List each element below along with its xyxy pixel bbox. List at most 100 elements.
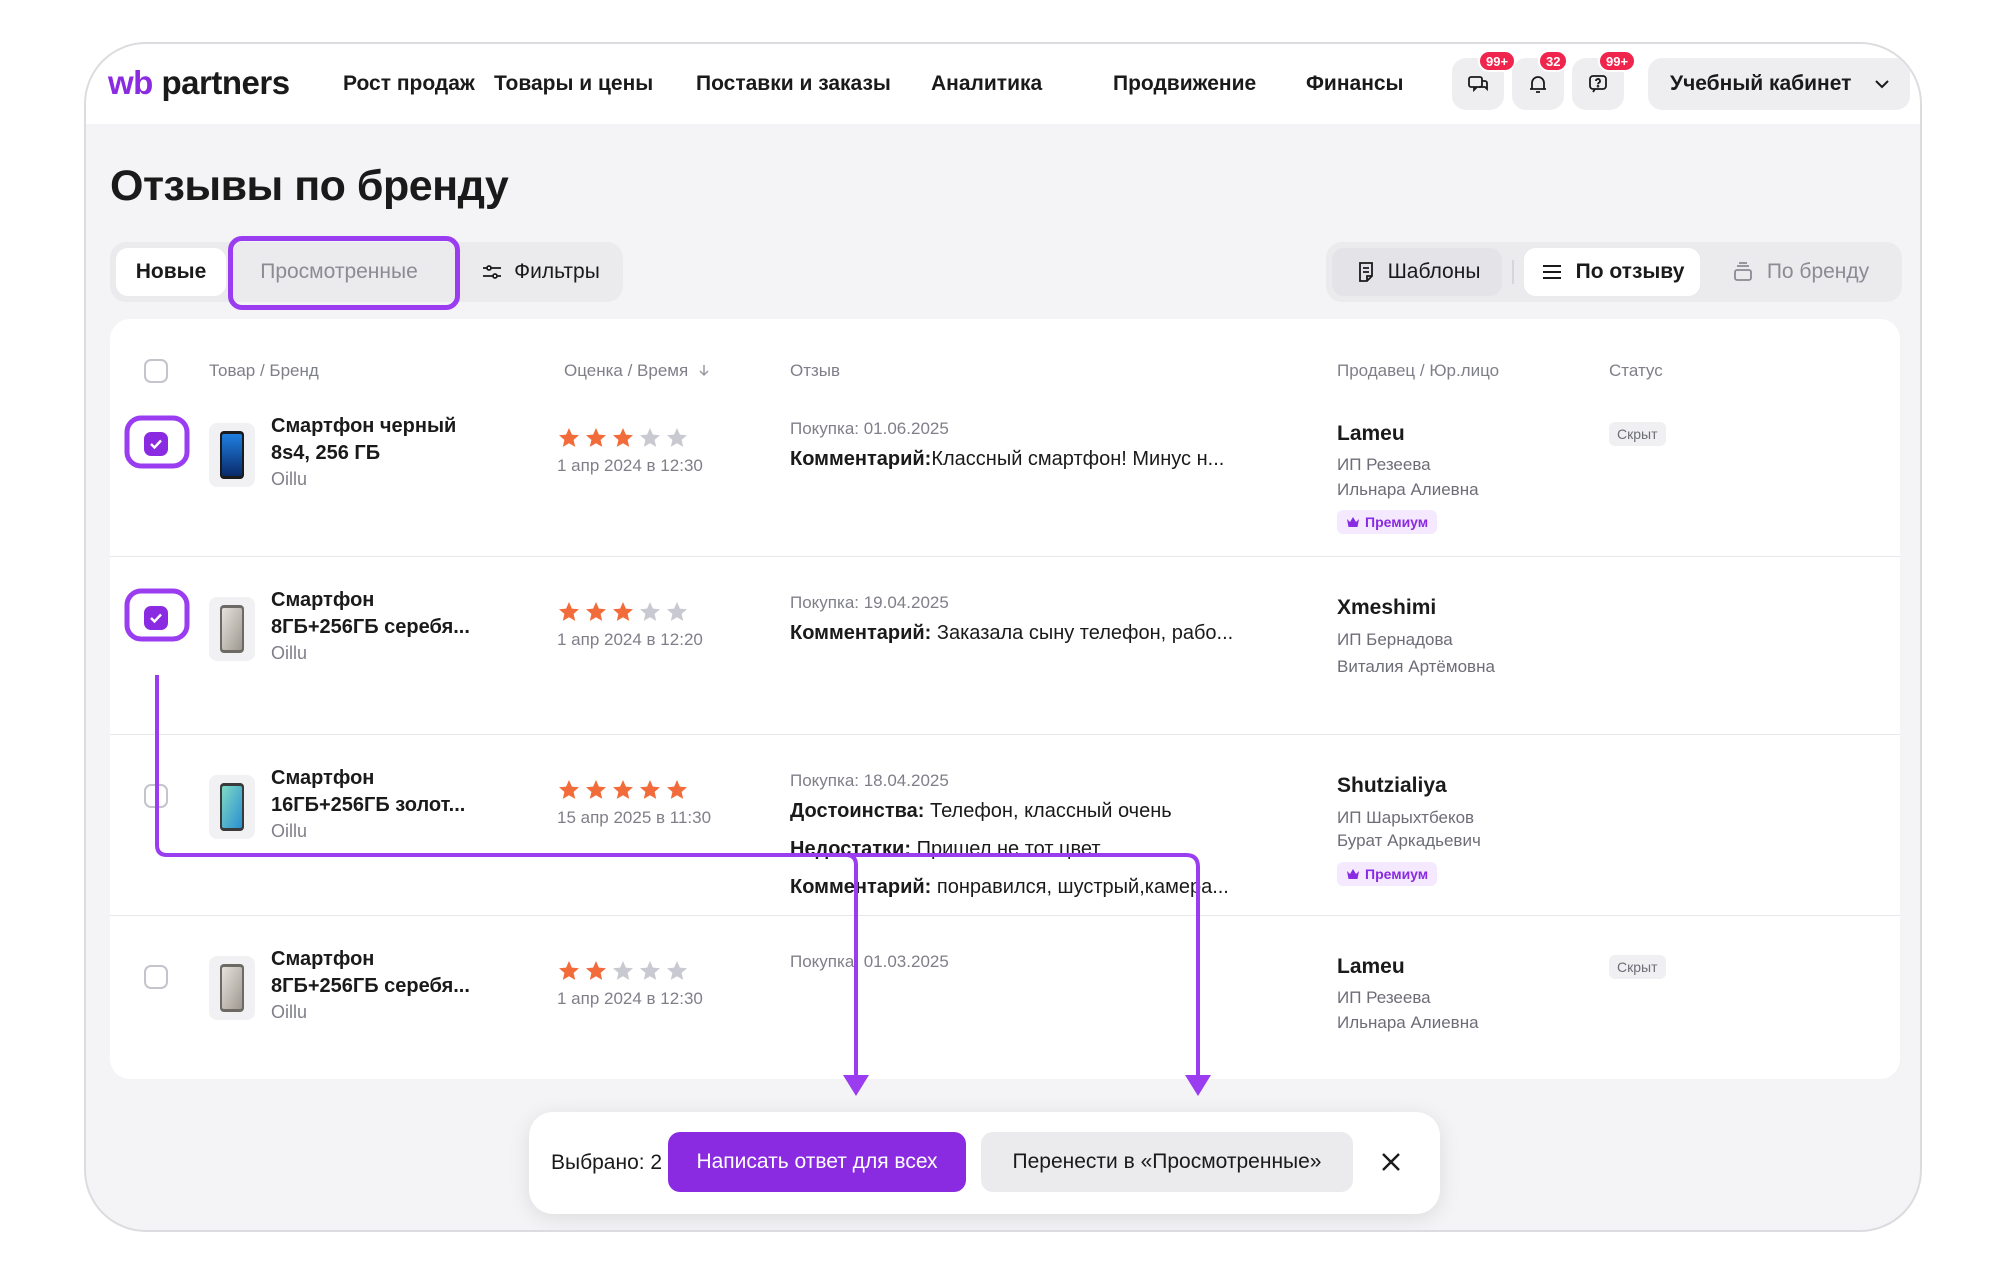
product-name-line2[interactable]: 8ГБ+256ГБ серебя... [271,973,470,1000]
smartphone-green-icon [220,783,244,831]
star-filled-icon [613,780,633,799]
product-image [209,775,255,839]
product-brand: Oillu [271,1002,308,1022]
product-name-line1[interactable]: Смартфон [271,765,374,792]
smartphone-silver-icon [220,964,244,1012]
star-filled-icon [586,428,606,447]
star-filled-icon [559,428,579,447]
templates-label: Шаблоны [1387,260,1481,283]
review-comment[interactable]: Комментарий: Заказала сыну телефон, рабо… [790,622,1233,645]
star-empty-icon [667,961,687,980]
row-divider [110,556,1900,557]
product-name-line2[interactable]: 16ГБ+256ГБ золот... [271,792,465,819]
product-name-line1[interactable]: Смартфон [271,587,374,614]
product-image [209,956,255,1020]
row-checkbox[interactable] [144,606,168,630]
star-filled-icon [640,780,660,799]
templates-button[interactable]: Шаблоны [1332,248,1502,296]
rating-stars [557,778,689,802]
nav-promotion[interactable]: Продвижение [1113,72,1256,96]
row-checkbox[interactable] [144,432,168,456]
star-empty-icon [667,602,687,621]
filters-button[interactable]: Фильтры [460,248,620,296]
reply-all-button[interactable]: Написать ответ для всех [668,1132,966,1192]
product-name-line2[interactable]: 8ГБ+256ГБ серебя... [271,614,470,641]
nav-sales-growth[interactable]: Рост продаж [343,72,475,96]
row-checkbox[interactable] [144,784,168,808]
product-brand: Oillu [271,469,308,489]
rating-stars [557,426,689,450]
select-all-checkbox[interactable] [144,359,168,383]
close-icon[interactable] [1377,1148,1405,1176]
support-button[interactable]: 99+ [1572,50,1637,110]
view-mode-tabs: Шаблоны По отзыву По бренду [1326,242,1902,302]
chat-button[interactable]: 99+ [1452,50,1517,110]
seller-name: Xmeshimi [1337,596,1437,619]
support-badge: 99+ [1598,50,1637,72]
purchase-date: Покупка: 01.06.2025 [790,419,949,438]
logo[interactable]: wb partners [108,64,290,102]
product-name-line1[interactable]: Смартфон черный [271,413,456,440]
review-cons[interactable]: Недостатки: Пришел не тот цвет [790,838,1101,861]
review-time: 1 апр 2024 в 12:30 [557,456,703,475]
review-time: 1 апр 2024 в 12:20 [557,630,703,649]
seller-name: Lameu [1337,955,1405,978]
notifications-badge: 32 [1538,50,1569,72]
row-checkbox[interactable] [144,965,168,989]
logo-wb: wb [108,64,153,101]
review-comment[interactable]: Комментарий: понравился, шустрый,камера.… [790,876,1229,899]
nav-analytics[interactable]: Аналитика [931,72,1042,96]
premium-label: Премиум [1365,866,1429,882]
list-icon [1542,265,1561,279]
star-filled-icon [586,961,606,980]
review-time: 15 апр 2025 в 11:30 [557,808,712,827]
column-header-rating[interactable]: Оценка / Время [564,361,711,381]
review-comment-text: Заказала сыну телефон, рабо... [931,622,1234,644]
seller-name: Shutzialiya [1337,774,1447,797]
review-pros[interactable]: Достоинства: Телефон, классный очень [790,800,1172,823]
star-filled-icon [586,780,606,799]
star-empty-icon [640,961,660,980]
column-header-seller: Продавец / Юр.лицо [1337,361,1500,380]
checkmark-icon [150,613,162,624]
legal-entity-line2: Ильнара Алиевна [1337,480,1479,499]
tab-by-review[interactable]: По отзыву [1524,248,1700,296]
chat-icon [1468,76,1488,93]
nav-products-prices[interactable]: Товары и цены [494,72,653,96]
tab-by-brand[interactable]: По бренду [1706,248,1894,296]
legal-entity-line1: ИП Бернадова [1337,630,1453,649]
star-filled-icon [613,428,633,447]
row-divider [110,915,1900,916]
notifications-button[interactable]: 32 [1512,50,1569,110]
review-comment[interactable]: Комментарий:Классный смартфон! Минус н..… [790,448,1224,471]
product-name-line2[interactable]: 8s4, 256 ГБ [271,440,380,467]
tab-by-brand-label: По бренду [1766,260,1870,283]
cabinet-selector[interactable]: Учебный кабинет [1648,58,1910,110]
bulk-action-bar: Выбрано: 2 Написать ответ для всех Перен… [529,1112,1440,1214]
purchase-date: Покупка: 19.04.2025 [790,593,949,612]
filters-label: Фильтры [514,260,600,283]
column-header-product: Товар / Бренд [209,361,319,380]
tab-new[interactable]: Новые [116,248,226,296]
review-comment-label: Комментарий: [790,876,932,898]
column-header-rating-label: Оценка / Время [564,361,689,380]
nav-finance[interactable]: Финансы [1306,72,1404,96]
star-filled-icon [559,961,579,980]
star-filled-icon [586,602,606,621]
review-cons-label: Недостатки: [790,838,912,860]
top-navigation-bar: wb partners Рост продаж Товары и цены По… [86,44,1920,124]
star-filled-icon [559,780,579,799]
premium-label: Премиум [1365,514,1429,530]
move-to-viewed-button[interactable]: Перенести в «Просмотренные» [981,1132,1353,1192]
checkmark-icon [150,439,162,450]
app-frame: wb partners Рост продаж Товары и цены По… [84,42,1922,1232]
product-name-line1[interactable]: Смартфон [271,946,374,973]
reviews-table: Товар / Бренд Оценка / Время Отзыв Прода… [110,319,1900,1079]
review-cons-text: Пришел не тот цвет [911,838,1101,860]
product-image [209,597,255,661]
star-filled-icon [559,602,579,621]
review-comment-label: Комментарий: [790,622,932,644]
nav-supplies-orders[interactable]: Поставки и заказы [696,72,891,96]
rating-stars [557,600,689,624]
legal-entity-line1: ИП Резеева [1337,455,1431,474]
